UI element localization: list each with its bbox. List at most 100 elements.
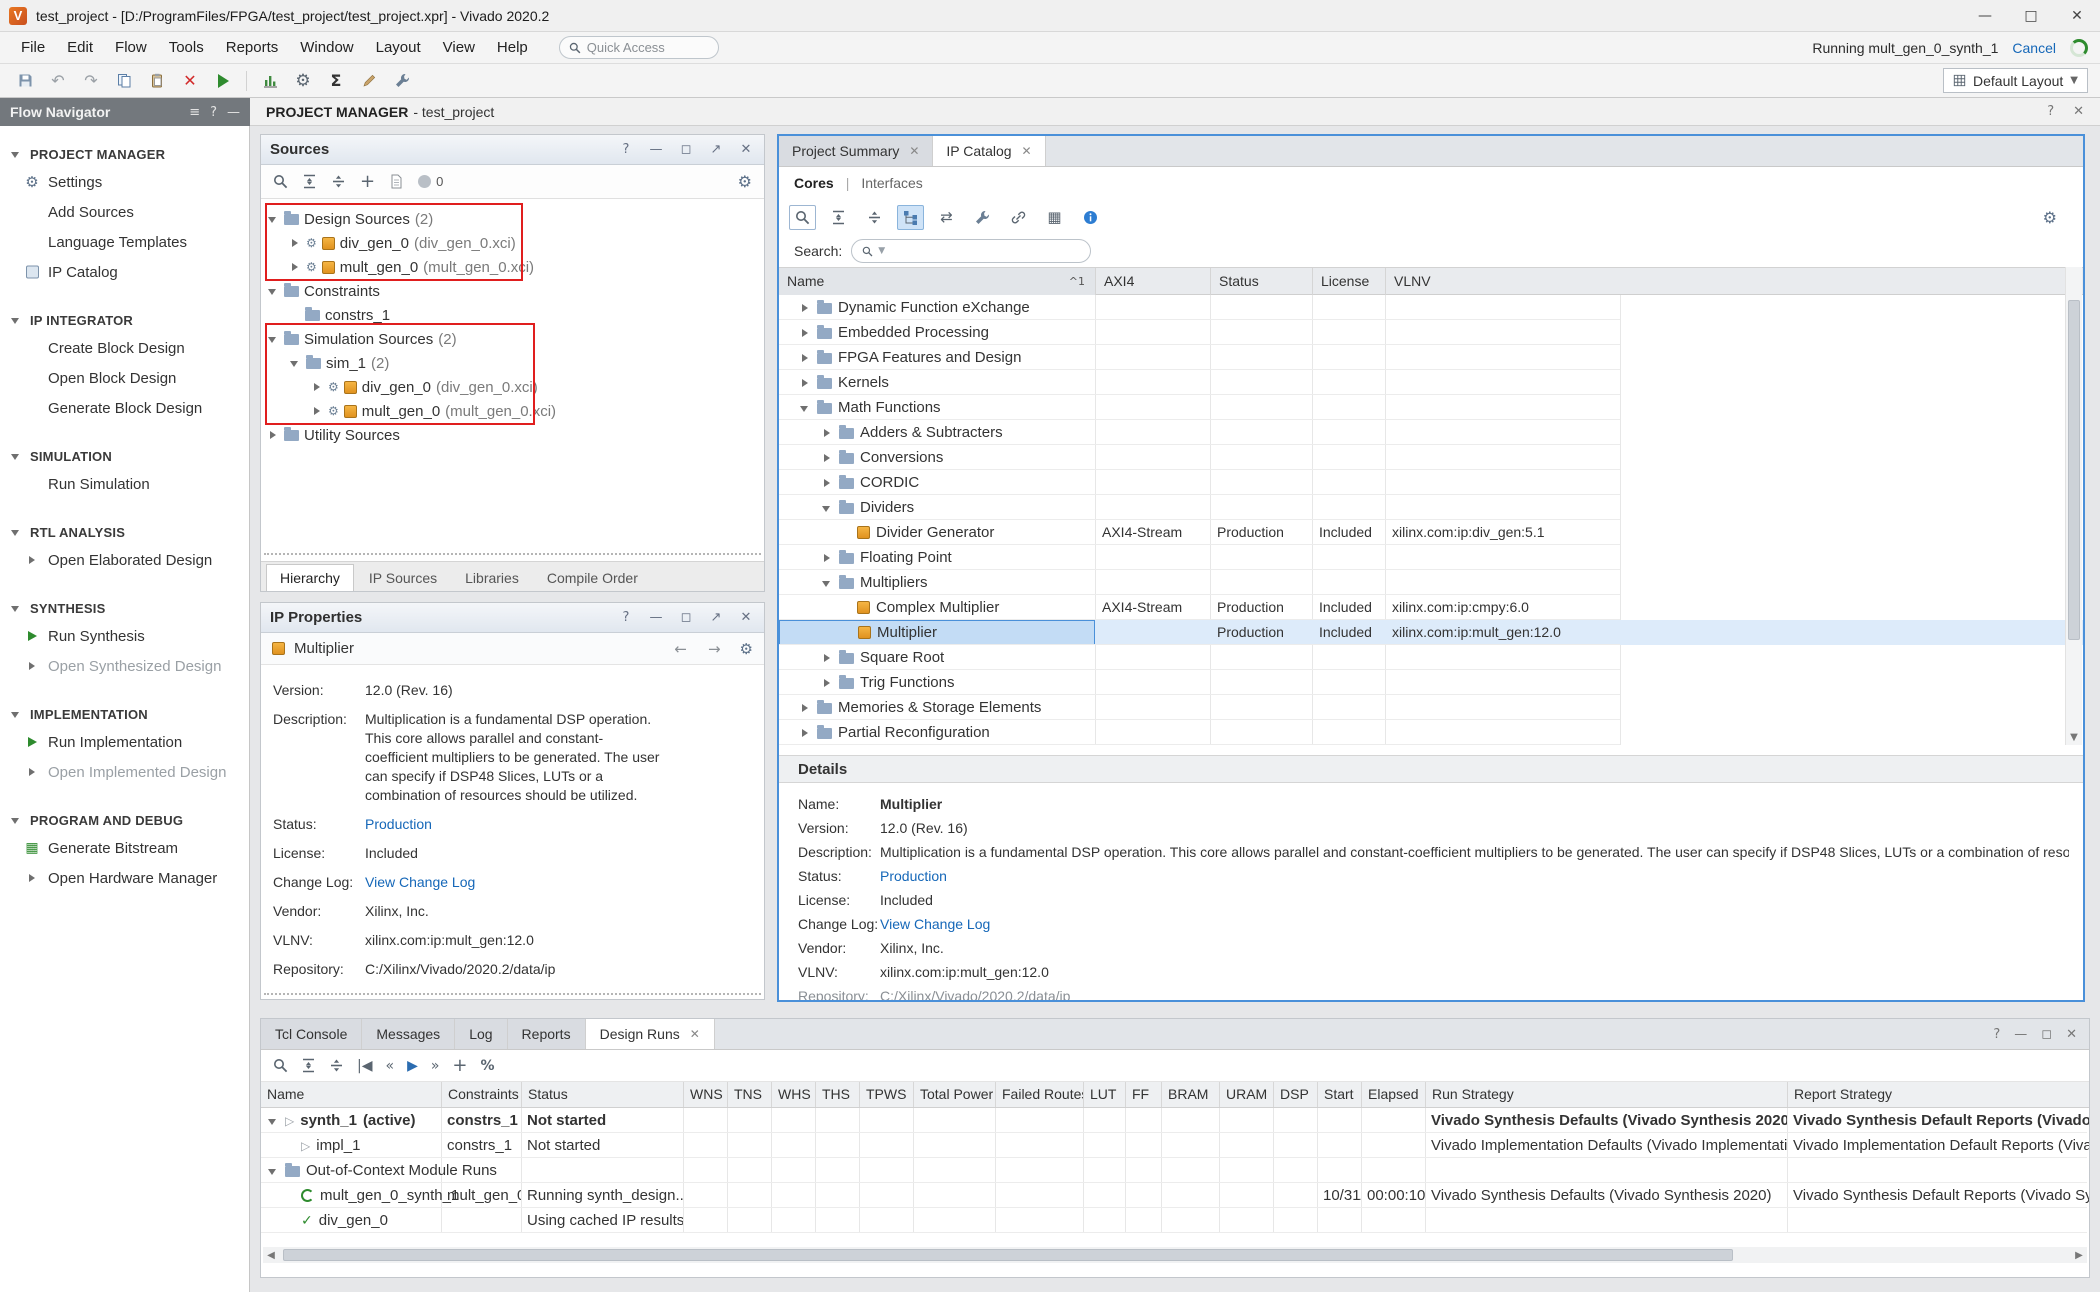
create-run-button[interactable]: +	[452, 1055, 467, 1076]
help-icon[interactable]: ?	[210, 105, 217, 120]
chevron-right-icon[interactable]	[799, 377, 811, 389]
tree-item-constraints[interactable]: Constraints	[261, 279, 764, 303]
section-header[interactable]: IMPLEMENTATION	[0, 701, 249, 727]
expand-all-button[interactable]	[329, 1058, 344, 1073]
percent-button[interactable]: %	[481, 1058, 495, 1074]
tab-ip-catalog[interactable]: IP Catalog✕	[933, 136, 1045, 166]
column-header-lut[interactable]: LUT	[1083, 1082, 1125, 1107]
info-button[interactable]	[1077, 205, 1104, 230]
sidebar-item-open-synthesized-design[interactable]: Open Synthesized Design	[0, 651, 249, 681]
scroll-left-arrow[interactable]: ◀	[263, 1247, 279, 1263]
scroll-right-arrow[interactable]: ▶	[2071, 1247, 2087, 1263]
sidebar-item-run-simulation[interactable]: Run Simulation	[0, 469, 249, 499]
subtab-cores[interactable]: Cores	[794, 175, 834, 191]
column-header-run-strategy[interactable]: Run Strategy	[1425, 1082, 1787, 1107]
back-arrow-icon[interactable]: ←	[674, 640, 687, 658]
tree-item-sim-1[interactable]: sim_1 (2)	[261, 351, 764, 375]
detail-change-log-link[interactable]: View Change Log	[880, 916, 990, 932]
search-icon[interactable]	[273, 174, 288, 189]
catalog-row[interactable]: Math Functions	[779, 395, 2083, 420]
step-back-button[interactable]: «	[385, 1058, 394, 1074]
maximize-icon[interactable]: ◻	[2041, 1027, 2052, 1042]
section-header[interactable]: PROGRAM AND DEBUG	[0, 807, 249, 833]
vertical-scrollbar[interactable]: ▼	[2065, 267, 2082, 745]
column-header-tns[interactable]: TNS	[727, 1082, 771, 1107]
column-header-wns[interactable]: WNS	[683, 1082, 727, 1107]
chevron-down-icon[interactable]	[267, 213, 279, 225]
tree-item-mult-gen[interactable]: ⚙mult_gen_0 (mult_gen_0.xci)	[261, 255, 764, 279]
sidebar-item-settings[interactable]: ⚙Settings	[0, 167, 249, 197]
scrollbar-thumb[interactable]	[2068, 300, 2080, 640]
stop-button[interactable]: ✕	[175, 67, 205, 94]
sidebar-item-add-sources[interactable]: Add Sources	[0, 197, 249, 227]
close-icon[interactable]: ✕	[690, 1027, 700, 1041]
catalog-row[interactable]: Trig Functions	[779, 670, 2083, 695]
collapse-all-button[interactable]	[301, 1058, 316, 1073]
help-icon[interactable]: ?	[1993, 1027, 2000, 1042]
sidebar-item-language-templates[interactable]: Language Templates	[0, 227, 249, 257]
catalog-row[interactable]: Dividers	[779, 495, 2083, 520]
chevron-right-icon[interactable]	[821, 552, 833, 564]
gear-icon[interactable]: ⚙	[2043, 208, 2057, 227]
layout-selector[interactable]: Default Layout ▼	[1943, 68, 2088, 93]
close-icon[interactable]: ✕	[2073, 104, 2084, 119]
chevron-down-icon[interactable]	[821, 577, 833, 589]
catalog-row[interactable]: Memories & Storage Elements	[779, 695, 2083, 720]
report-icon[interactable]	[389, 174, 404, 189]
sidebar-item-open-elaborated-design[interactable]: Open Elaborated Design	[0, 545, 249, 575]
section-header[interactable]: SYNTHESIS	[0, 595, 249, 621]
help-icon[interactable]: ?	[617, 142, 635, 157]
chevron-right-icon[interactable]	[821, 452, 833, 464]
chevron-down-icon[interactable]	[267, 1115, 279, 1127]
catalog-row[interactable]: Conversions	[779, 445, 2083, 470]
section-header[interactable]: IP INTEGRATOR	[0, 307, 249, 333]
tab-hierarchy[interactable]: Hierarchy	[266, 564, 354, 591]
close-icon[interactable]: ✕	[2066, 1027, 2077, 1042]
chevron-down-icon[interactable]	[267, 1165, 279, 1177]
gear-icon[interactable]: ⚙	[740, 640, 753, 658]
close-icon[interactable]: ✕	[909, 144, 919, 158]
sidebar-item-run-implementation[interactable]: Run Implementation	[0, 727, 249, 757]
chevron-right-icon[interactable]	[799, 352, 811, 364]
tab-messages[interactable]: Messages	[362, 1019, 455, 1049]
column-header-ff[interactable]: FF	[1125, 1082, 1161, 1107]
catalog-row[interactable]: Dynamic Function eXchange	[779, 295, 2083, 320]
run-row-group-ooc[interactable]: Out-of-Context Module Runs	[261, 1158, 2089, 1183]
minimize-icon[interactable]: —	[647, 610, 665, 625]
undo-button[interactable]: ↶	[43, 67, 73, 94]
horizontal-scrollbar[interactable]: ◀ ▶	[263, 1247, 2087, 1263]
launch-runs-button[interactable]: ▶	[407, 1058, 418, 1074]
step-forward-button[interactable]: »	[431, 1058, 440, 1074]
chevron-down-icon[interactable]	[289, 357, 301, 369]
help-icon[interactable]: ?	[617, 610, 635, 625]
chevron-right-icon[interactable]	[799, 302, 811, 314]
minimize-icon[interactable]: —	[2014, 1027, 2027, 1042]
search-button[interactable]	[789, 205, 816, 230]
chevron-right-icon[interactable]	[799, 327, 811, 339]
run-row-impl-1[interactable]: ▷impl_1 constrs_1 Not started Vivado Imp…	[261, 1133, 2089, 1158]
catalog-row-complex-multiplier[interactable]: Complex MultiplierAXI4-StreamProductionI…	[779, 595, 2083, 620]
catalog-row[interactable]: Kernels	[779, 370, 2083, 395]
run-row-div-gen[interactable]: ✓div_gen_0 Using cached IP results	[261, 1208, 2089, 1233]
sidebar-item-generate-bitstream[interactable]: ▦Generate Bitstream	[0, 833, 249, 863]
catalog-row[interactable]: Floating Point	[779, 545, 2083, 570]
package-button[interactable]: ▦	[1041, 205, 1068, 230]
column-header-total-power[interactable]: Total Power	[913, 1082, 995, 1107]
detail-status-link[interactable]: Production	[880, 868, 947, 884]
tab-ip-sources[interactable]: IP Sources	[356, 565, 450, 591]
column-header-report-strategy[interactable]: Report Strategy	[1787, 1082, 2089, 1107]
close-icon[interactable]: ✕	[1022, 144, 1032, 158]
tree-item-sim-div-gen[interactable]: ⚙div_gen_0 (div_gen_0.xci)	[261, 375, 764, 399]
catalog-row[interactable]: CORDIC	[779, 470, 2083, 495]
copy-button[interactable]	[109, 67, 139, 94]
chevron-right-icon[interactable]	[821, 477, 833, 489]
forward-arrow-icon[interactable]: →	[708, 640, 721, 658]
column-header-start[interactable]: Start	[1317, 1082, 1361, 1107]
link-button[interactable]	[1005, 205, 1032, 230]
ip-properties-header[interactable]: IP Properties ? — ◻ ↗ ✕	[261, 603, 764, 633]
import-ip-button[interactable]: ⇄	[933, 205, 960, 230]
menu-edit[interactable]: Edit	[56, 35, 104, 60]
column-header-vlnv[interactable]: VLNV	[1385, 268, 1620, 295]
menu-help[interactable]: Help	[486, 35, 539, 60]
chevron-right-icon[interactable]	[799, 702, 811, 714]
